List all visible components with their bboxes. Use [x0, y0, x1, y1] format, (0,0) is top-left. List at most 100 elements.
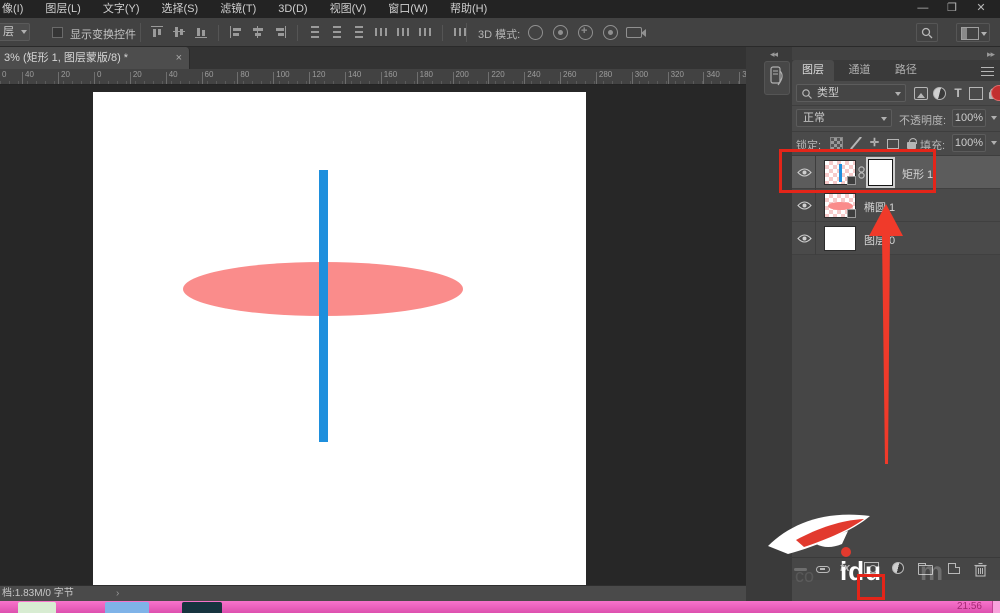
ruler-label: 40 [169, 70, 178, 79]
3d-roll-icon[interactable] [553, 25, 568, 40]
ruler-label: 240 [527, 70, 540, 79]
visibility-cell[interactable] [792, 189, 816, 222]
canvas[interactable] [93, 92, 586, 585]
annotation-box-layer [779, 149, 936, 193]
tab-channels[interactable]: 通道 [838, 60, 880, 81]
ruler: 0402002040608010012014016018020022024026… [0, 69, 746, 85]
filter-adjustment-layers-icon[interactable] [933, 87, 946, 100]
filter-toggle-icon[interactable] [991, 85, 1000, 101]
layer-thumbnail[interactable] [824, 226, 856, 251]
align-right-icon[interactable] [273, 25, 287, 39]
delete-layer-icon[interactable] [974, 562, 987, 577]
filter-shape-layers-icon[interactable] [969, 87, 983, 100]
taskbar-app-icon-1[interactable] [18, 602, 56, 613]
layer-thumbnail[interactable] [824, 193, 856, 218]
adjustment-layer-icon[interactable] [892, 562, 904, 574]
distribute-vcenter-icon[interactable] [330, 25, 344, 39]
filter-type-dropdown[interactable]: 类型 [796, 84, 906, 102]
ruler-label: 200 [456, 70, 469, 79]
3d-drag-icon[interactable] [578, 25, 593, 40]
separator [466, 23, 467, 42]
menu-item-3[interactable]: 选择(S) [162, 0, 210, 18]
opacity-field[interactable]: 100% [952, 109, 986, 127]
auto-select-dropdown[interactable]: 层 [0, 23, 30, 41]
ruler-label: 180 [420, 70, 433, 79]
distribute-spacing-icon[interactable] [453, 25, 467, 39]
chevron-down-icon [895, 92, 901, 96]
menu-items: 像(I) 图层(L) 文字(Y) 选择(S) 滤镜(T) 3D(D) 视图(V) 窗口(W) 帮… [0, 3, 498, 15]
panel-tabs: 图层 通道 路径 [792, 60, 1000, 81]
3d-slide-icon[interactable] [603, 25, 618, 40]
show-transform-checkbox[interactable] [52, 27, 63, 38]
new-layer-icon[interactable] [948, 563, 960, 574]
search-icon [801, 88, 813, 100]
document-title: 3% (矩形 1, 图层蒙版/8) * [4, 52, 128, 64]
menu-item-2[interactable]: 文字(Y) [103, 0, 151, 18]
status-chevron-icon[interactable]: › [116, 586, 119, 601]
align-vcenter-icon[interactable] [172, 25, 186, 39]
distribute-hcenter-icon[interactable] [396, 25, 410, 39]
taskbar-app-icon-3[interactable] [182, 602, 222, 613]
chevron-down-icon [21, 30, 27, 34]
ruler-label: 0 [2, 70, 6, 79]
distribute-bottom-icon[interactable] [352, 25, 366, 39]
search-button[interactable] [916, 23, 938, 42]
ruler-label: 340 [706, 70, 719, 79]
collapse-panel-icon[interactable]: ▸▸ [987, 49, 994, 60]
tab-close-icon[interactable]: × [176, 47, 182, 69]
panel-menu-icon[interactable] [981, 67, 994, 76]
menu-item-4[interactable]: 滤镜(T) [220, 0, 267, 18]
show-desktop-button[interactable] [992, 601, 1000, 613]
restore-button[interactable]: ❐ [939, 1, 965, 14]
blend-mode-value: 正常 [803, 112, 825, 124]
ruler-label: 220 [491, 70, 504, 79]
blend-mode-dropdown[interactable]: 正常 [796, 109, 892, 127]
filter-type-layers-icon[interactable]: T [951, 87, 965, 100]
chevron-down-icon[interactable] [991, 116, 997, 120]
options-bar: 层 显示变换控件 3D 模式: [0, 18, 1000, 47]
menu-item-6[interactable]: 视图(V) [330, 0, 378, 18]
opacity-label: 不透明度: [899, 112, 946, 128]
ruler-label: 20 [61, 70, 70, 79]
align-bottom-icon[interactable] [194, 25, 208, 39]
chevron-down-icon[interactable] [991, 141, 997, 145]
menu-item-0[interactable]: 像(I) [2, 0, 34, 18]
document-tab[interactable]: 3% (矩形 1, 图层蒙版/8) * × [0, 47, 190, 69]
minimize-button[interactable]: — [910, 2, 936, 14]
distribute-right-icon[interactable] [418, 25, 432, 39]
fill-field[interactable]: 100% [952, 134, 986, 152]
3d-rotate-icon[interactable] [528, 25, 543, 40]
collapse-dock-icon[interactable]: ◂◂ [770, 49, 777, 60]
filter-pixel-layers-icon[interactable] [914, 87, 928, 100]
align-hcenter-icon[interactable] [251, 25, 265, 39]
separator [140, 23, 141, 42]
menu-item-1[interactable]: 图层(L) [45, 0, 91, 18]
align-left-icon[interactable] [229, 25, 243, 39]
3d-camera-icon[interactable] [626, 27, 642, 38]
menu-bar: 像(I) 图层(L) 文字(Y) 选择(S) 滤镜(T) 3D(D) 视图(V) 窗口(W) 帮… [0, 0, 1000, 18]
menu-item-5[interactable]: 3D(D) [278, 0, 318, 18]
taskbar-clock: 21:56 [957, 601, 982, 612]
ruler-label: 280 [599, 70, 612, 79]
auto-select-value: 层 [3, 26, 14, 38]
lock-artboard-icon[interactable] [887, 139, 899, 149]
taskbar-app-icon-2[interactable] [105, 602, 149, 613]
filter-type-value: 类型 [817, 87, 839, 99]
workspace-switcher[interactable] [956, 23, 990, 42]
menu-item-8[interactable]: 帮助(H) [450, 0, 498, 18]
tab-layers[interactable]: 图层 [792, 60, 834, 81]
close-button[interactable]: ✕ [968, 1, 994, 14]
distribute-left-icon[interactable] [374, 25, 388, 39]
distribute-top-icon[interactable] [308, 25, 322, 39]
menu-item-7[interactable]: 窗口(W) [388, 0, 439, 18]
align-icons [146, 25, 471, 41]
status-bar: 档:1.83M/0 字节 › [0, 585, 746, 601]
window-controls: — ❐ ✕ [910, 1, 994, 14]
chevron-down-icon [981, 32, 987, 36]
visibility-cell[interactable] [792, 222, 816, 255]
history-panel-button[interactable] [764, 61, 790, 95]
tab-paths[interactable]: 路径 [885, 60, 927, 81]
align-top-icon[interactable] [150, 25, 164, 39]
ruler-label: 0 [97, 70, 101, 79]
ruler-label: 260 [563, 70, 576, 79]
